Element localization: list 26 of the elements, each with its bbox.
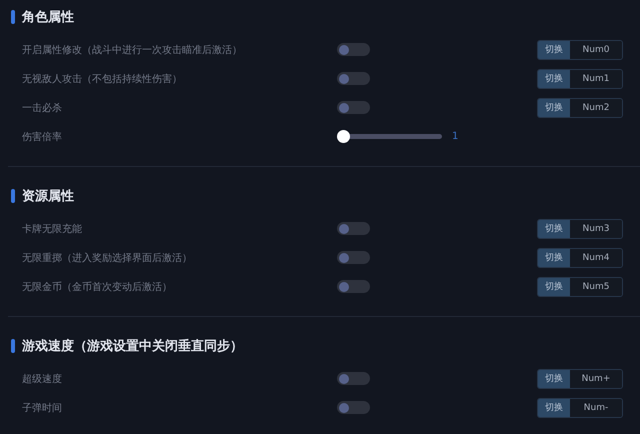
option-label: 伤害倍率: [22, 130, 63, 144]
section-title: 资源属性: [22, 188, 74, 205]
section-marker: [11, 339, 15, 353]
slider[interactable]: [337, 130, 444, 143]
section-title: 角色属性: [22, 9, 74, 26]
section-marker: [11, 189, 15, 203]
toggle-switch[interactable]: [337, 72, 370, 85]
toggle-switch[interactable]: [337, 401, 370, 414]
section-marker: [11, 10, 15, 24]
option-label: 子弹时间: [22, 402, 63, 414]
toggle-switch[interactable]: [337, 222, 370, 235]
slider-value: 1: [452, 131, 458, 142]
toggle-switch[interactable]: [337, 372, 370, 385]
toggle-switch[interactable]: [337, 251, 370, 264]
section-title: 游戏速度（游戏设置中关闭垂直同步）: [22, 338, 243, 355]
option-label: 无限重掷（进入奖励选择界面后激活）: [22, 252, 193, 264]
option-label: 无视敌人攻击（不包括持续性伤害）: [22, 72, 183, 86]
slider-thumb[interactable]: [337, 130, 350, 143]
option-label: 超级速度: [22, 372, 63, 386]
option-label: 无限金币（金币首次变动后激活）: [22, 280, 173, 294]
option-label: 一击必杀: [22, 102, 63, 114]
option-label: 卡牌无限充能: [22, 222, 83, 236]
toggle-switch[interactable]: [337, 101, 370, 114]
toggle-switch[interactable]: [337, 280, 370, 293]
toggle-switch[interactable]: [337, 43, 370, 56]
option-label: 开启属性修改（战斗中进行一次攻击瞄准后激活）: [22, 44, 243, 56]
